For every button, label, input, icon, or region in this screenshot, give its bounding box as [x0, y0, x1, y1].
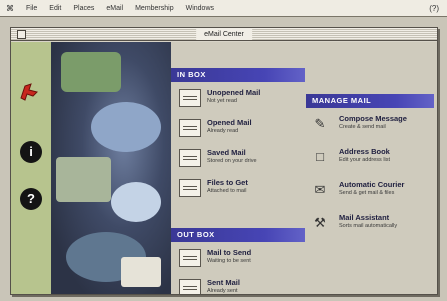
window-title: eMail Center	[196, 29, 252, 40]
manage-mail-list: ✎ Compose Message Create & send mail □ A…	[311, 112, 435, 244]
menu-edit[interactable]: Edit	[43, 5, 67, 12]
menu-email[interactable]: eMail	[100, 5, 129, 12]
item-label: Saved Mail	[207, 148, 246, 157]
collage-shape	[56, 157, 111, 202]
courier-icon-glyph: ✉	[314, 182, 326, 197]
mailbox-flag-icon[interactable]	[17, 78, 45, 106]
assistant-icon-glyph: ⚒	[314, 215, 326, 230]
manage-mail-header: MANAGE MAIL	[306, 94, 434, 108]
window-content: i ? IN BOX Unopened Mail Not yet read Op…	[11, 42, 437, 294]
outbox-item-mail-to-send[interactable]: Mail to Send Waiting to be sent	[179, 246, 305, 276]
item-label: Files to Get	[207, 178, 248, 187]
inbox-item-opened-mail[interactable]: Opened Mail Already read	[179, 116, 305, 146]
collage-shape	[61, 52, 121, 92]
outbox-header: OUT BOX	[171, 228, 305, 242]
item-description: Stored on your drive	[207, 158, 257, 164]
title-bar[interactable]: eMail Center	[11, 28, 437, 41]
item-label: Sent Mail	[207, 278, 240, 287]
item-label: Mail Assistant	[339, 213, 390, 222]
manage-item-address-book[interactable]: □ Address Book Edit your address list	[311, 145, 435, 178]
courier-icon: ✉	[311, 181, 329, 199]
outbox-list: Mail to Send Waiting to be sent Sent Mai…	[179, 246, 305, 294]
item-description: Create & send mail	[339, 124, 386, 130]
item-description: Waiting to be sent	[207, 258, 251, 264]
item-description: Attached to mail	[207, 188, 247, 194]
address-book-icon-glyph: □	[316, 149, 324, 164]
email-center-window: eMail Center i ? IN BOX Unopened Mail No…	[10, 27, 438, 295]
collage-shape	[111, 182, 161, 222]
mailbox-icon	[179, 119, 201, 137]
sidebar: i ?	[11, 42, 51, 294]
manage-item-mail-assistant[interactable]: ⚒ Mail Assistant Sorts mail automaticall…	[311, 211, 435, 244]
help-icon[interactable]: ?	[20, 188, 42, 210]
item-label: Opened Mail	[207, 118, 252, 127]
inbox-item-unopened-mail[interactable]: Unopened Mail Not yet read	[179, 86, 305, 116]
assistant-icon: ⚒	[311, 214, 329, 232]
item-description: Not yet read	[207, 98, 237, 104]
inbox-header: IN BOX	[171, 68, 305, 82]
inbox-item-files-to-get[interactable]: Files to Get Attached to mail	[179, 176, 305, 206]
pen-icon: ✎	[311, 115, 329, 133]
item-description: Already read	[207, 128, 239, 134]
folder-icon	[179, 279, 201, 294]
item-description: Edit your address list	[339, 157, 391, 163]
pen-icon-glyph: ✎	[314, 116, 326, 131]
help-menu-icon[interactable]: (?)	[429, 4, 447, 13]
mailbox-icon	[179, 149, 201, 167]
item-description: Sorts mail automatically	[339, 223, 398, 229]
menu-file[interactable]: File	[20, 5, 43, 12]
collage-shape	[121, 257, 161, 287]
item-label: Compose Message	[339, 114, 407, 123]
decorative-collage	[51, 42, 171, 294]
item-label: Unopened Mail	[207, 88, 261, 97]
info-icon[interactable]: i	[20, 141, 42, 163]
inbox-item-saved-mail[interactable]: Saved Mail Stored on your drive	[179, 146, 305, 176]
item-label: Address Book	[339, 147, 390, 156]
outbox-item-sent-mail[interactable]: Sent Mail Already sent	[179, 276, 305, 294]
item-label: Mail to Send	[207, 248, 252, 257]
folder-icon	[179, 249, 201, 267]
address-book-icon: □	[311, 148, 329, 166]
menu-bar: ⌘ File Edit Places eMail Membership Wind…	[0, 0, 447, 17]
manage-item-compose-message[interactable]: ✎ Compose Message Create & send mail	[311, 112, 435, 145]
screen: ⌘ File Edit Places eMail Membership Wind…	[0, 0, 447, 301]
item-description: Already sent	[207, 288, 238, 294]
menu-windows[interactable]: Windows	[180, 5, 220, 12]
item-label: Automatic Courier	[339, 180, 405, 189]
manage-item-automatic-courier[interactable]: ✉ Automatic Courier Send & get mail & fi…	[311, 178, 435, 211]
item-description: Send & get mail & files	[339, 190, 395, 196]
close-box[interactable]	[17, 30, 26, 39]
menu-places[interactable]: Places	[67, 5, 100, 12]
apple-menu-icon[interactable]: ⌘	[0, 4, 20, 13]
mailbox-icon	[179, 89, 201, 107]
inbox-list: Unopened Mail Not yet read Opened Mail A…	[179, 86, 305, 206]
folder-icon	[179, 179, 201, 197]
menu-membership[interactable]: Membership	[129, 5, 180, 12]
collage-shape	[91, 102, 161, 152]
